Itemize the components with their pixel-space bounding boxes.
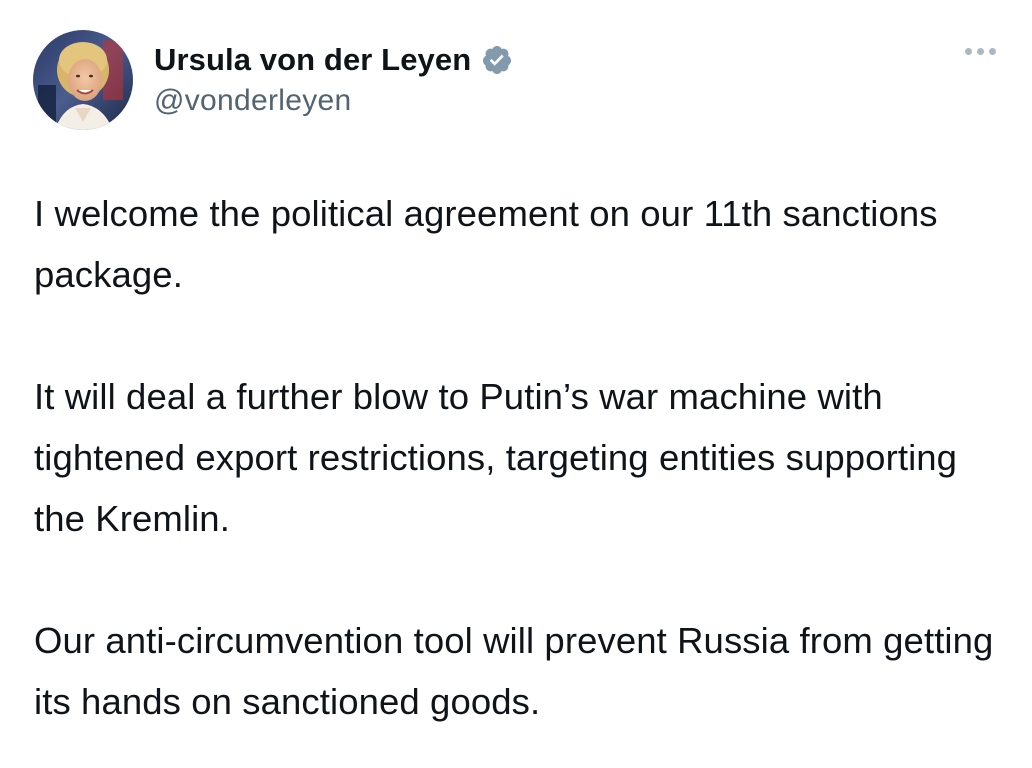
dot	[989, 48, 996, 55]
dot	[965, 48, 972, 55]
more-options-icon[interactable]	[965, 48, 996, 55]
user-handle[interactable]: @vonderleyen	[154, 84, 513, 118]
tweet-text: I welcome the political agreement on our…	[34, 183, 1014, 732]
tweet-card: Ursula von der Leyen @vonderleyen I welc…	[0, 0, 1032, 768]
tweet-paragraph-2: It will deal a further blow to Putin’s w…	[34, 376, 958, 539]
verified-badge-icon	[481, 44, 513, 76]
author-info: Ursula von der Leyen @vonderleyen	[154, 40, 513, 118]
avatar-photo	[33, 30, 133, 130]
display-name[interactable]: Ursula von der Leyen	[154, 42, 471, 78]
tweet-paragraph-1: I welcome the political agreement on our…	[34, 193, 938, 295]
avatar[interactable]	[33, 30, 133, 130]
name-row: Ursula von der Leyen	[154, 40, 513, 80]
dot	[977, 48, 984, 55]
tweet-paragraph-3: Our anti-circumvention tool will prevent…	[34, 620, 994, 722]
